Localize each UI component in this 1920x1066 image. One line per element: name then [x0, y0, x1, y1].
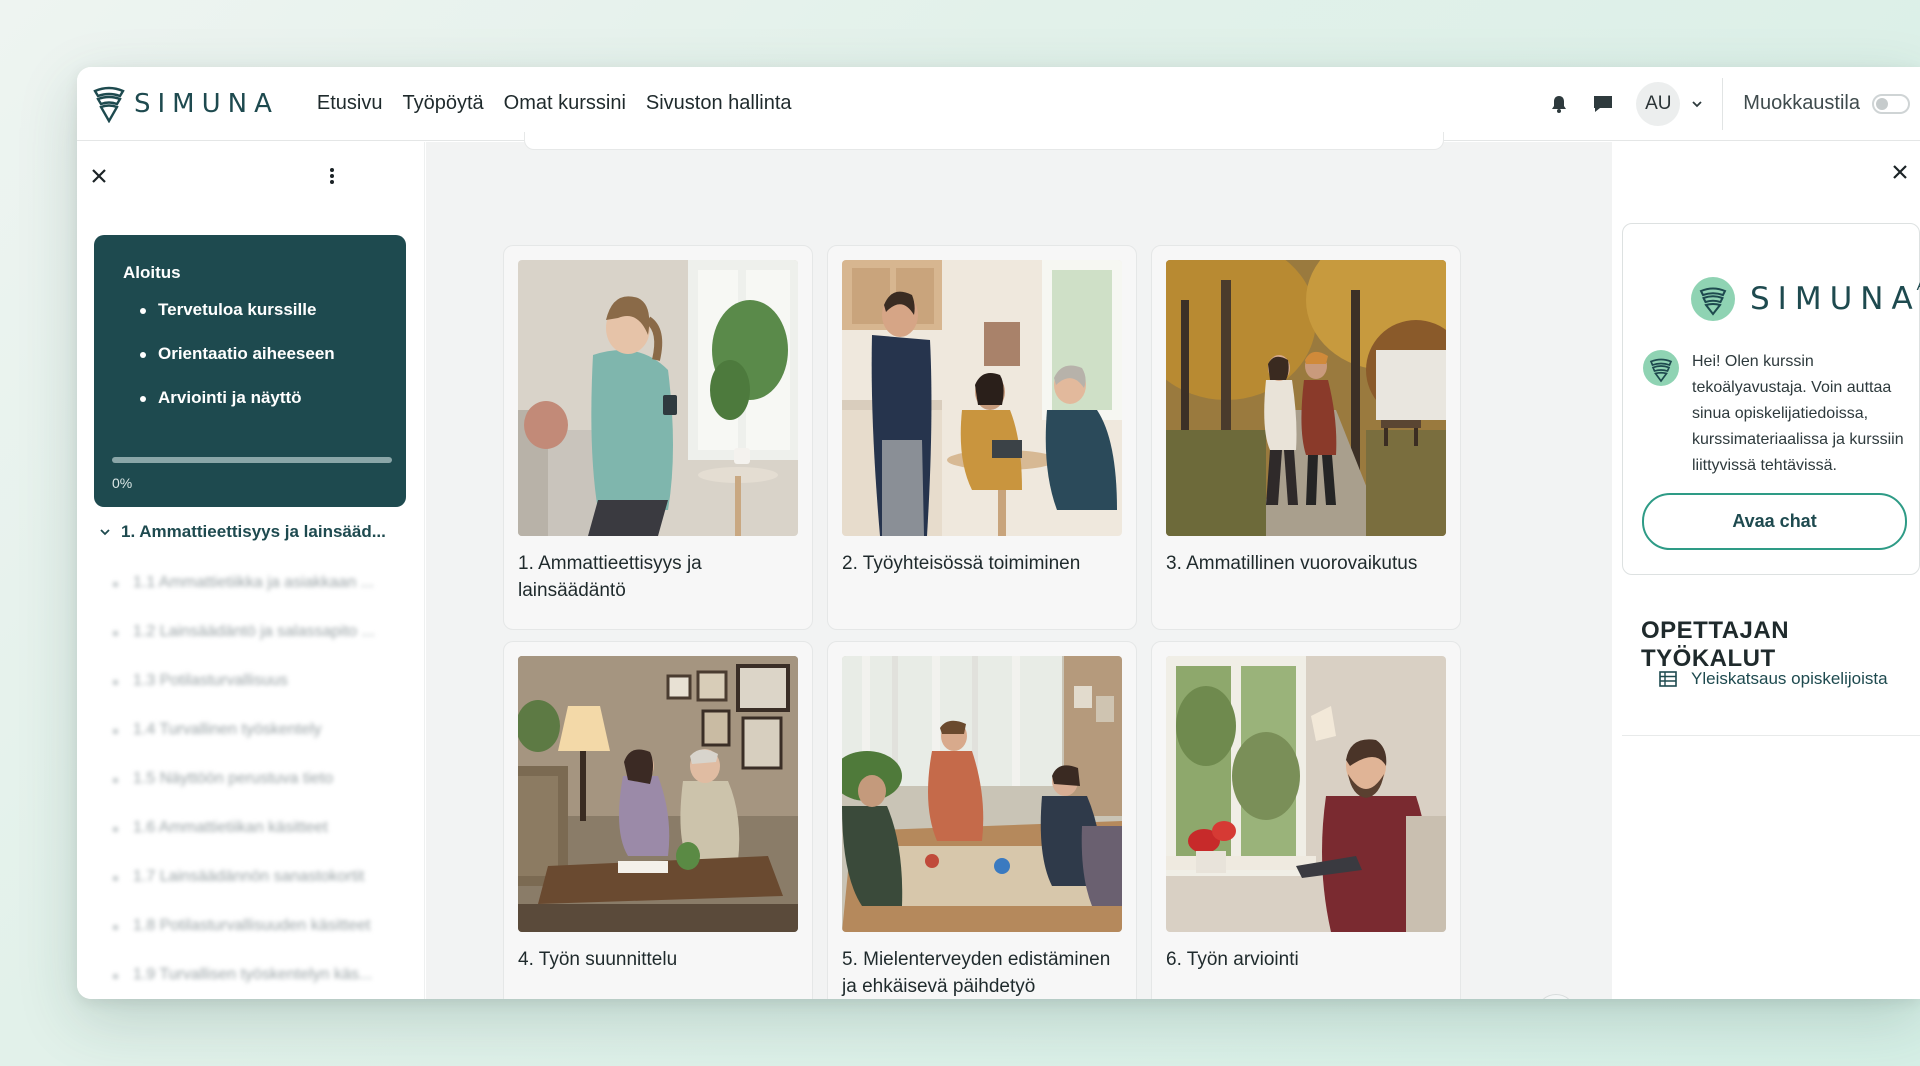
- module-card[interactable]: 2. Työyhteisössä toimiminen: [827, 245, 1137, 630]
- list-item[interactable]: 1.4 Turvallinen työskentely: [111, 721, 411, 770]
- chevron-down-icon[interactable]: [99, 526, 111, 538]
- section-progress-label: 0%: [112, 475, 133, 491]
- drawer-divider: [1622, 735, 1920, 736]
- module-card[interactable]: 5. Mielenterveyden edistäminen ja ehkäis…: [827, 641, 1137, 999]
- user-avatar[interactable]: AU: [1636, 81, 1681, 126]
- header-card-partial: [524, 132, 1444, 150]
- simuna-ai-logo-icon: [1691, 277, 1735, 321]
- group-workshop-photo: [842, 656, 1122, 932]
- module-card[interactable]: 3. Ammatillinen vuorovaikutus: [1151, 245, 1461, 630]
- module-activity-list: 1.1 Ammattietiikka ja asiakkaan ... 1.2 …: [111, 574, 411, 999]
- woman-with-phone-photo: [518, 260, 798, 536]
- man-with-tablet-photo: [1166, 656, 1446, 932]
- edit-mode-toggle[interactable]: [1872, 93, 1910, 114]
- section-item[interactable]: Tervetuloa kurssille: [123, 300, 406, 320]
- module-card-title: 4. Työn suunnittelu: [518, 949, 678, 970]
- student-overview-link[interactable]: Yleiskatsaus opiskelijoista: [1659, 669, 1888, 689]
- module-card-title: 6. Työn arviointi: [1166, 949, 1299, 970]
- bell-icon[interactable]: [1548, 93, 1570, 115]
- brand-logo[interactable]: SIMUNA: [92, 85, 279, 123]
- list-item[interactable]: 1.5 Näyttöön perustuva tieto: [111, 770, 411, 819]
- ai-brand-logo: SIMUNA AI: [1690, 276, 1920, 322]
- module-card[interactable]: 6. Työn arviointi: [1151, 641, 1461, 999]
- list-item[interactable]: 1.9 Turvallisen työskentelyn käs...: [111, 966, 411, 999]
- list-item[interactable]: 1.7 Lainsäädännön sanastokortit: [111, 868, 411, 917]
- app-window: SIMUNA Etusivu Työpöytä Omat kurssini Si…: [77, 67, 1920, 999]
- nav-user-area: AU Muokkaustila: [1548, 67, 1920, 140]
- help-button[interactable]: ?: [1536, 994, 1576, 999]
- nav-link-site-admin[interactable]: Sivuston hallinta: [646, 92, 792, 115]
- ai-message-text: Hei! Olen kurssin tekoälyavustaja. Voin …: [1692, 353, 1904, 474]
- chevron-down-icon[interactable]: [1690, 97, 1704, 111]
- ai-greeting-message: Hei! Olen kurssin tekoälyavustaja. Voin …: [1642, 349, 1920, 479]
- ai-brand-superscript: AI: [1917, 277, 1920, 294]
- top-navbar: SIMUNA Etusivu Työpöytä Omat kurssini Si…: [77, 67, 1920, 141]
- ai-avatar-icon: [1643, 350, 1679, 386]
- module-card-title: 1. Ammattieettisyys ja lainsäädäntö: [518, 553, 702, 601]
- ai-assistant-drawer: SIMUNA AI Hei! Olen kurssin tekoälyavust…: [1613, 142, 1920, 999]
- student-overview-label: Yleiskatsaus opiskelijoista: [1691, 669, 1888, 688]
- close-icon[interactable]: [1892, 164, 1912, 184]
- teacher-tools-heading: OPETTAJAN TYÖKALUT: [1641, 617, 1790, 672]
- list-item[interactable]: 1.6 Ammattietiikan käsitteet: [111, 819, 411, 868]
- kitchen-team-photo: [842, 260, 1122, 536]
- more-vertical-icon[interactable]: [329, 166, 337, 186]
- open-chat-button[interactable]: Avaa chat: [1642, 493, 1907, 550]
- module-heading[interactable]: 1. Ammattieettisyys ja lainsääd...: [99, 522, 386, 542]
- module-card-title: 5. Mielenterveyden edistäminen ja ehkäis…: [842, 949, 1111, 997]
- module-card-grid: 1. Ammattieettisyys ja lainsäädäntö 2. T…: [503, 245, 1461, 999]
- list-item[interactable]: 1.3 Potilasturvallisuus: [111, 672, 411, 721]
- list-item[interactable]: 1.2 Lainsäädäntö ja salassapito ...: [111, 623, 411, 672]
- module-card-title: 3. Ammatillinen vuorovaikutus: [1166, 553, 1418, 574]
- nav-link-home[interactable]: Etusivu: [317, 92, 383, 115]
- ai-assistant-card: SIMUNA AI Hei! Olen kurssin tekoälyavust…: [1622, 223, 1920, 575]
- edit-mode-label: Muokkaustila: [1743, 92, 1860, 114]
- section-item[interactable]: Arviointi ja näyttö: [123, 388, 406, 408]
- close-icon[interactable]: [91, 164, 113, 186]
- ai-brand-name: SIMUNA: [1750, 281, 1920, 317]
- chat-bubble-icon[interactable]: [1592, 93, 1614, 115]
- course-content: 1. Ammattieettisyys ja lainsäädäntö 2. T…: [426, 132, 1612, 999]
- brand-name: SIMUNA: [134, 88, 279, 119]
- simuna-logo-icon: [93, 86, 125, 123]
- list-item[interactable]: 1.8 Potilasturvallisuuden käsitteet: [111, 917, 411, 966]
- living-room-planning-photo: [518, 656, 798, 932]
- main-nav: Etusivu Työpöytä Omat kurssini Sivuston …: [317, 92, 812, 115]
- section-progress-bar: [112, 457, 392, 463]
- nav-divider: [1722, 77, 1724, 130]
- section-title[interactable]: Aloitus: [123, 263, 406, 283]
- section-activity-list: Tervetuloa kurssille Orientaatio aiheese…: [123, 300, 406, 408]
- nav-link-my-courses[interactable]: Omat kurssini: [504, 92, 626, 115]
- course-index-drawer: Aloitus Tervetuloa kurssille Orientaatio…: [77, 142, 425, 999]
- nav-link-dashboard[interactable]: Työpöytä: [402, 92, 483, 115]
- module-card[interactable]: 4. Työn suunnittelu: [503, 641, 813, 999]
- section-item[interactable]: Orientaatio aiheeseen: [123, 344, 406, 364]
- list-item[interactable]: 1.1 Ammattietiikka ja asiakkaan ...: [111, 574, 411, 623]
- module-card-title: 2. Työyhteisössä toimiminen: [842, 553, 1081, 574]
- autumn-walk-photo: [1166, 260, 1446, 536]
- module-title: 1. Ammattieettisyys ja lainsääd...: [121, 522, 386, 541]
- module-card[interactable]: 1. Ammattieettisyys ja lainsäädäntö: [503, 245, 813, 630]
- table-icon: [1659, 671, 1677, 687]
- active-section-card: Aloitus Tervetuloa kurssille Orientaatio…: [94, 235, 406, 507]
